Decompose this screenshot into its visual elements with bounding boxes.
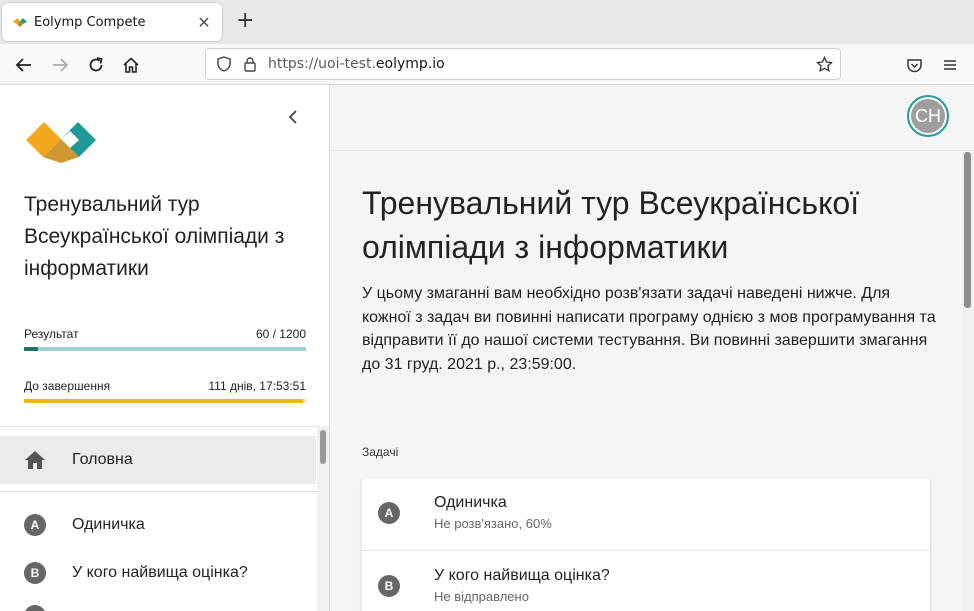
time-progress-fill [24,399,304,403]
problem-row[interactable]: B У кого найвища оцінка? Не відправлено [362,551,930,611]
problem-letter-badge: B [378,575,400,597]
home-icon [123,57,139,73]
main-scrollbar-thumb[interactable] [964,152,971,308]
problem-letter-badge: B [24,562,46,584]
result-label: Результат [24,327,79,341]
browser-tab[interactable]: Eolymp Compete ✕ [2,3,222,41]
reload-icon [89,57,103,72]
problem-letter-badge: A [378,502,400,524]
sidebar-item-label: Одиничка [72,516,145,533]
bookmark-star-icon[interactable] [816,56,833,73]
eolymp-favicon-icon [13,18,27,27]
sidebar-item-label: Головна [72,451,133,468]
sidebar-item-home[interactable]: Головна [0,436,316,484]
back-button[interactable] [12,53,36,77]
result-progress-bar [24,347,306,351]
forward-button[interactable] [48,53,72,77]
new-tab-button[interactable]: + [236,10,254,32]
browser-nav-bar: https://uoi-test.eolymp.io [0,44,974,85]
problem-status: Не відправлено [434,589,529,604]
chevron-left-icon [288,110,297,124]
shield-icon[interactable] [216,56,232,72]
problem-row[interactable]: A Одиничка Не розв'язано, 60% [362,478,930,551]
page-title: Тренувальний тур Всеукраїнської олімпіад… [362,185,860,265]
reload-button[interactable] [84,53,108,77]
hamburger-menu-icon [944,60,956,70]
time-row: До завершення 111 днів, 17:53:51 [24,379,306,393]
problem-status: Не розв'язано, 60% [434,516,552,531]
sidebar: Тренувальний тур Всеукраїнської олімпіад… [0,85,330,611]
collapse-sidebar-button[interactable] [283,107,303,127]
sidebar-item-problem-b[interactable]: B У кого найвища оцінка? [0,550,316,596]
url-prefix: https://uoi-test. [268,56,376,72]
time-value: 111 днів, 17:53:51 [208,379,306,393]
time-label: До завершення [24,379,111,393]
user-avatar[interactable]: CH [907,95,949,137]
lock-icon[interactable] [242,56,258,72]
arrow-left-icon [15,58,31,72]
main-content: Тренувальний тур Всеукраїнської олімпіад… [331,152,962,611]
sidebar-divider [0,426,329,427]
eolymp-logo-icon[interactable] [24,115,98,165]
contest-title: Тренувальний тур Всеукраїнської олімпіад… [24,193,285,280]
result-progress-fill [24,347,39,351]
menu-button[interactable] [938,53,962,77]
pocket-icon [906,58,922,72]
problem-letter-badge: A [24,514,46,536]
problem-name: Одиничка [434,494,507,511]
problems-card: A Одиничка Не розв'язано, 60% B У кого н… [362,478,930,611]
url-domain: eolymp.io [375,56,445,72]
problem-letter-badge-partial [24,605,46,611]
url-bar[interactable]: https://uoi-test.eolymp.io [205,48,841,80]
problem-name: У кого найвища оцінка? [434,567,610,584]
time-progress-bar [24,399,306,403]
page-description: У цьому змаганні вам необхідно розв'язат… [362,285,936,373]
tab-title: Eolymp Compete [34,14,146,30]
close-tab-icon[interactable]: ✕ [196,13,212,32]
result-row: Результат 60 / 1200 [24,327,306,341]
browser-tab-bar: Eolymp Compete ✕ + [0,0,974,44]
pocket-button[interactable] [902,53,926,77]
sidebar-item-problem-a[interactable]: A Одиничка [0,502,316,548]
sidebar-scrollbar-thumb[interactable] [320,430,326,464]
sidebar-divider [0,491,329,492]
arrow-right-icon [53,58,69,72]
url-text: https://uoi-test.eolymp.io [268,56,445,72]
home-button[interactable] [119,53,143,77]
problems-section-label: Задачі [362,445,399,459]
sidebar-item-label: У кого найвища оцінка? [72,564,248,581]
home-icon [25,451,45,469]
result-value: 60 / 1200 [255,327,306,341]
app-top-bar [331,85,974,151]
